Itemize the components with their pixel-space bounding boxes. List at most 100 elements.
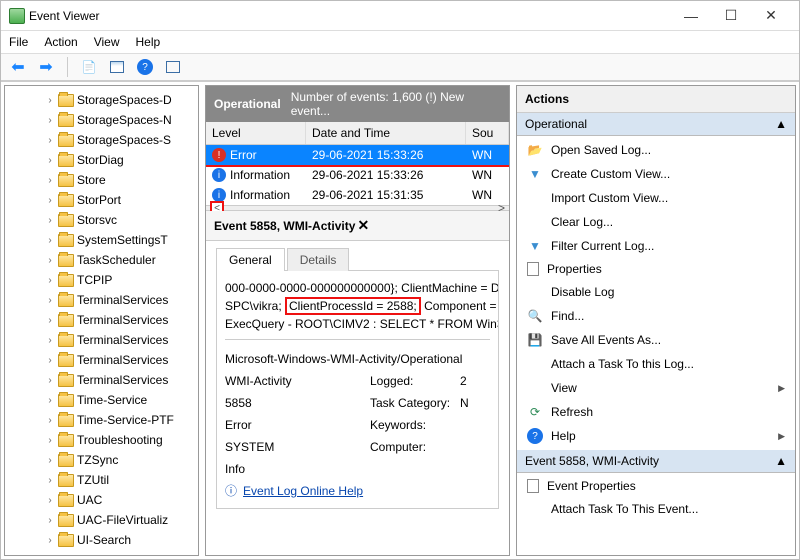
tree-item[interactable]: ›TerminalServices — [5, 330, 198, 350]
tree-item[interactable]: ›StorageSpaces-N — [5, 110, 198, 130]
log-name: Operational — [214, 97, 281, 111]
tree-item[interactable]: ›StorageSpaces-D — [5, 90, 198, 110]
minimize-button[interactable]: — — [671, 8, 711, 24]
menu-action[interactable]: Action — [44, 35, 77, 49]
actions-title: Actions — [517, 86, 795, 113]
tree-expand-icon[interactable]: › — [45, 315, 55, 326]
tree-item[interactable]: ›Storsvc — [5, 210, 198, 230]
tree-expand-icon[interactable]: › — [45, 495, 55, 506]
tree-expand-icon[interactable]: › — [45, 115, 55, 126]
col-source[interactable]: Sou — [466, 122, 509, 144]
tree-item[interactable]: ›TerminalServices — [5, 370, 198, 390]
actions-section-operational[interactable]: Operational▲ — [517, 113, 795, 136]
actions-section-event[interactable]: Event 5858, WMI-Activity▲ — [517, 450, 795, 473]
action-item[interactable]: 🔍Find... — [517, 304, 795, 328]
toolbar-help-button[interactable]: ? — [134, 56, 156, 78]
detail-header: Event 5858, WMI-Activity ✕ — [206, 211, 509, 241]
col-date[interactable]: Date and Time — [306, 122, 466, 144]
action-item[interactable]: 💾Save All Events As... — [517, 328, 795, 352]
action-item[interactable]: 📂Open Saved Log... — [517, 138, 795, 162]
grid-header[interactable]: Level Date and Time Sou — [206, 122, 509, 145]
tree-item[interactable]: ›Store — [5, 170, 198, 190]
tree-expand-icon[interactable]: › — [45, 175, 55, 186]
tree-expand-icon[interactable]: › — [45, 235, 55, 246]
action-item[interactable]: Attach Task To This Event... — [517, 497, 795, 521]
event-grid[interactable]: !Error29-06-2021 15:33:26WNiInformation2… — [206, 145, 509, 205]
back-button[interactable]: ⬅ — [7, 56, 29, 78]
tree-item[interactable]: ›TaskScheduler — [5, 250, 198, 270]
action-item[interactable]: Import Custom View... — [517, 186, 795, 210]
tree-expand-icon[interactable]: › — [45, 355, 55, 366]
tree-expand-icon[interactable]: › — [45, 335, 55, 346]
tree-expand-icon[interactable]: › — [45, 475, 55, 486]
action-item[interactable]: Properties — [517, 258, 795, 280]
toolbar-btn-1[interactable]: 📄 — [78, 56, 100, 78]
action-item[interactable]: ⟳Refresh — [517, 400, 795, 424]
tab-general[interactable]: General — [216, 248, 285, 271]
event-row[interactable]: !Error29-06-2021 15:33:26WN — [206, 145, 509, 165]
action-item[interactable]: Event Properties — [517, 475, 795, 497]
toolbar-btn-3[interactable] — [162, 56, 184, 78]
tree-expand-icon[interactable]: › — [45, 295, 55, 306]
action-item[interactable]: Clear Log... — [517, 210, 795, 234]
tree-expand-icon[interactable]: › — [45, 395, 55, 406]
action-label: Refresh — [551, 405, 593, 419]
tree-item[interactable]: ›TerminalServices — [5, 290, 198, 310]
tree-item[interactable]: ›TerminalServices — [5, 310, 198, 330]
tree-pane[interactable]: ›StorageSpaces-D›StorageSpaces-N›Storage… — [4, 85, 199, 556]
close-button[interactable]: ✕ — [751, 7, 791, 24]
action-item[interactable]: ▼Filter Current Log... — [517, 234, 795, 258]
menu-help[interactable]: Help — [136, 35, 161, 49]
detail-keywords-label: Keywords: — [370, 416, 460, 434]
tree-expand-icon[interactable]: › — [45, 155, 55, 166]
tree-expand-icon[interactable]: › — [45, 415, 55, 426]
tree-expand-icon[interactable]: › — [45, 515, 55, 526]
tree-item[interactable]: ›UAC — [5, 490, 198, 510]
tree-expand-icon[interactable]: › — [45, 135, 55, 146]
action-item[interactable]: Disable Log — [517, 280, 795, 304]
tree-expand-icon[interactable]: › — [45, 535, 55, 546]
menu-view[interactable]: View — [94, 35, 120, 49]
event-log-online-help-link[interactable]: Event Log Online Help — [243, 484, 363, 498]
maximize-button[interactable]: ☐ — [711, 7, 751, 24]
action-item[interactable]: ▼Create Custom View... — [517, 162, 795, 186]
tree-item[interactable]: ›TZUtil — [5, 470, 198, 490]
tree-expand-icon[interactable]: › — [45, 215, 55, 226]
detail-close-button[interactable]: ✕ — [358, 217, 502, 234]
detail-tabs: General Details — [206, 241, 509, 270]
tree-item[interactable]: ›StorPort — [5, 190, 198, 210]
tree-item[interactable]: ›TZSync — [5, 450, 198, 470]
menu-file[interactable]: File — [9, 35, 28, 49]
tree-item[interactable]: ›Time-Service-PTF — [5, 410, 198, 430]
tree-expand-icon[interactable]: › — [45, 275, 55, 286]
forward-button[interactable]: ➡ — [35, 56, 57, 78]
folder-icon — [58, 114, 74, 127]
tree-item[interactable]: › StorDiag — [5, 150, 198, 170]
tree-item[interactable]: ›TerminalServices — [5, 350, 198, 370]
tree-expand-icon[interactable]: › — [45, 195, 55, 206]
toolbar: ⬅ ➡ 📄 ? — [1, 53, 799, 81]
tree-item[interactable]: › SystemSettingsT — [5, 230, 198, 250]
tree-expand-icon[interactable]: › — [45, 435, 55, 446]
tree-item[interactable]: ›Time-Service — [5, 390, 198, 410]
action-item[interactable]: View▶ — [517, 376, 795, 400]
event-row[interactable]: iInformation29-06-2021 15:33:26WN — [206, 165, 509, 185]
folder-icon — [58, 534, 74, 547]
tree-item[interactable]: ›Troubleshooting — [5, 430, 198, 450]
tree-item[interactable]: ›TCPIP — [5, 270, 198, 290]
tree-item-label: StorDiag — [77, 153, 124, 167]
tab-details[interactable]: Details — [287, 248, 350, 271]
event-row[interactable]: iInformation29-06-2021 15:31:35WN — [206, 185, 509, 205]
tree-item[interactable]: ›UI-Search — [5, 530, 198, 550]
tree-expand-icon[interactable]: › — [45, 455, 55, 466]
tree-expand-icon[interactable]: › — [45, 375, 55, 386]
toolbar-btn-2[interactable] — [106, 56, 128, 78]
tree-item[interactable]: ›UAC-FileVirtualiz — [5, 510, 198, 530]
col-level[interactable]: Level — [206, 122, 306, 144]
action-item[interactable]: ?Help▶ — [517, 424, 795, 448]
tree-expand-icon[interactable]: › — [45, 95, 55, 106]
tree-expand-icon[interactable]: › — [45, 255, 55, 266]
action-item[interactable]: Attach a Task To this Log... — [517, 352, 795, 376]
tree-item[interactable]: ›StorageSpaces-S — [5, 130, 198, 150]
tree-item-label: SystemSettingsT — [77, 233, 168, 247]
